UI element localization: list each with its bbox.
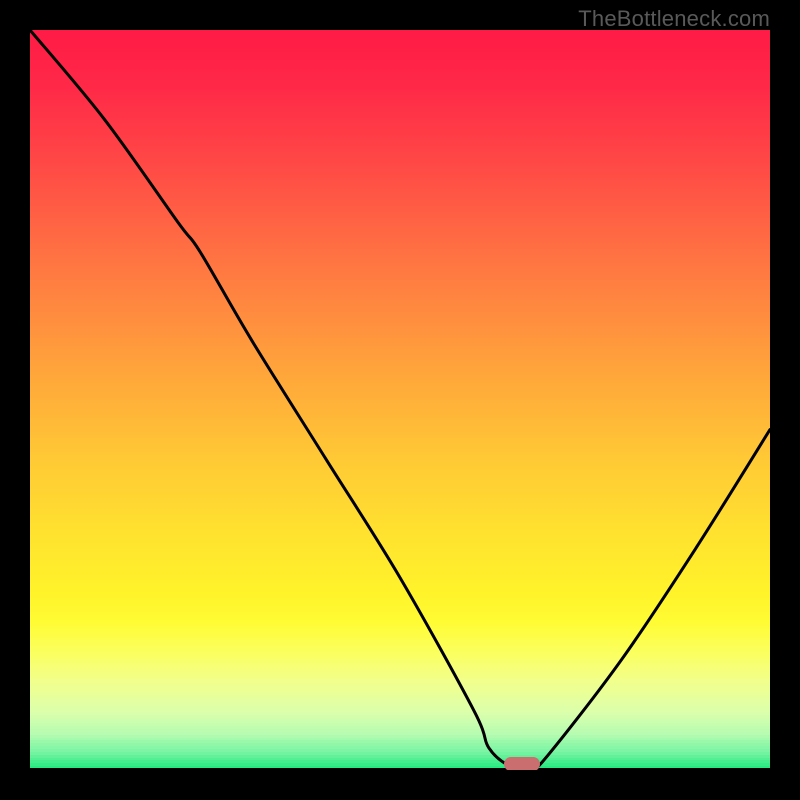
watermark-text: TheBottleneck.com xyxy=(578,6,770,32)
optimum-marker xyxy=(504,757,540,770)
chart-frame: TheBottleneck.com xyxy=(0,0,800,800)
gradient-band xyxy=(30,769,770,770)
plot-area xyxy=(30,30,770,770)
